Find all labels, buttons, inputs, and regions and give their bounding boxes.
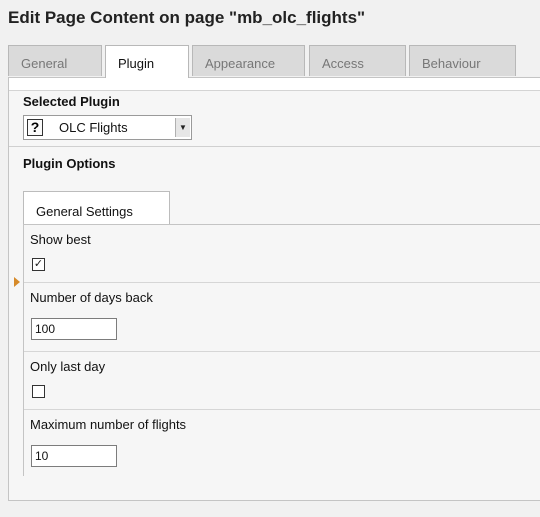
tab-bar: General Plugin Appearance Access Behavio… xyxy=(8,45,540,78)
chevron-down-icon[interactable]: ▼ xyxy=(175,118,190,137)
tab-general-settings[interactable]: General Settings xyxy=(23,191,170,224)
show-best-checkbox[interactable]: ✓ xyxy=(32,258,45,271)
settings-panel: Show best ✓ Number of days back Only las… xyxy=(23,224,540,477)
days-back-input[interactable] xyxy=(31,318,117,340)
plugin-panel: Selected Plugin ? OLC Flights ▼ Plugin O… xyxy=(8,77,540,501)
tab-access[interactable]: Access xyxy=(309,45,406,76)
tab-behaviour[interactable]: Behaviour xyxy=(409,45,516,76)
plugin-select[interactable]: ? OLC Flights ▼ xyxy=(23,115,192,140)
tab-plugin[interactable]: Plugin xyxy=(105,45,189,78)
page-title: Edit Page Content on page "mb_olc_flight… xyxy=(8,8,366,27)
setting-row-only-last-day: Only last day xyxy=(24,352,540,410)
max-flights-label: Maximum number of flights xyxy=(30,417,187,432)
tab-general[interactable]: General xyxy=(8,45,102,76)
divider xyxy=(9,146,540,147)
panel-top-strip xyxy=(9,78,540,91)
tab-appearance[interactable]: Appearance xyxy=(192,45,305,76)
caret-right-icon xyxy=(14,277,20,287)
only-last-day-checkbox[interactable] xyxy=(32,385,45,398)
show-best-label: Show best xyxy=(30,232,91,247)
days-back-label: Number of days back xyxy=(30,290,153,305)
setting-row-days-back: Number of days back xyxy=(24,283,540,352)
max-flights-input[interactable] xyxy=(31,445,117,467)
setting-row-show-best: Show best ✓ xyxy=(24,225,540,283)
setting-row-max-flights: Maximum number of flights xyxy=(24,410,540,477)
selected-plugin-label: Selected Plugin xyxy=(23,94,120,109)
plugin-select-value: OLC Flights xyxy=(59,120,128,135)
plugin-options-label: Plugin Options xyxy=(23,156,116,171)
plugin-question-icon: ? xyxy=(27,119,43,136)
only-last-day-label: Only last day xyxy=(30,359,106,374)
